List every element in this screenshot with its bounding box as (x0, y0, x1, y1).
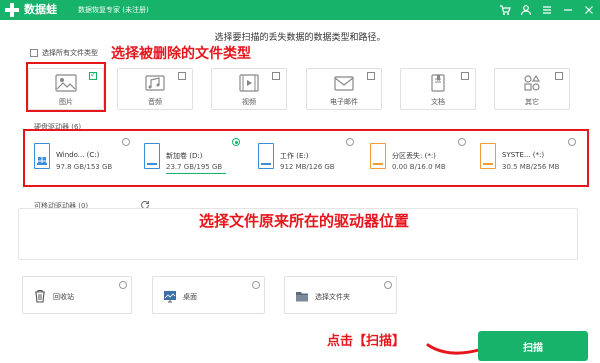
location-recycle-bin[interactable]: 回收站 (22, 276, 132, 314)
drive-icon (144, 143, 160, 169)
minimize-icon[interactable] (561, 3, 575, 17)
type-card-document[interactable]: 文档 (400, 68, 476, 110)
drive-radio[interactable] (122, 138, 130, 146)
select-all-label: 选择所有文件类型 (42, 49, 98, 57)
drive-name: 工作 (E:) (280, 152, 309, 160)
audio-icon (145, 75, 165, 91)
drive-size: 30.5 MB/256 MB (502, 163, 560, 171)
drive-name: Windo... (C:) (56, 151, 100, 159)
select-all-box[interactable] (30, 49, 38, 57)
drive-item-c[interactable]: Windo... (C:) 97.8 GB/153 GB (28, 137, 130, 181)
app-subtitle: 数据恢复专家 (未注册) (78, 6, 149, 14)
type-card-video[interactable]: 视频 (211, 68, 287, 110)
menu-icon[interactable] (540, 3, 554, 17)
drive-size: 0.00 B/16.0 MB (392, 163, 446, 171)
highlight-box-image (26, 62, 106, 112)
type-label: 文档 (431, 98, 445, 106)
drive-icon (34, 143, 50, 169)
drive-size: 912 MB/126 GB (280, 163, 335, 171)
desktop-icon (164, 291, 176, 303)
type-card-other[interactable]: 其它 (494, 68, 570, 110)
page-title: 选择要扫描的丢失数据的数据类型和路径。 (214, 33, 386, 43)
location-label: 回收站 (53, 293, 74, 301)
drive-radio[interactable] (346, 138, 354, 146)
drive-item-d[interactable]: 新加卷 (D:) 23.7 GB/195 GB (138, 137, 240, 181)
annotation-types: 选择被删除的文件类型 (111, 46, 251, 62)
type-label: 视频 (242, 98, 256, 106)
type-checkbox[interactable] (367, 72, 375, 80)
type-label: 电子邮件 (330, 98, 358, 106)
drive-radio[interactable] (232, 138, 240, 146)
type-card-audio[interactable]: 音频 (117, 68, 193, 110)
drive-icon (370, 143, 386, 169)
drive-name: 分区丢失: (*:) (392, 152, 436, 160)
video-icon (239, 74, 259, 92)
type-checkbox[interactable] (555, 72, 563, 80)
document-icon (431, 74, 445, 92)
location-desktop[interactable]: 桌面 (152, 276, 265, 314)
close-icon[interactable] (582, 3, 596, 17)
drive-icon (480, 143, 496, 169)
annotation-drives: 选择文件原来所在的驱动器位置 (199, 212, 410, 230)
drive-icon (258, 143, 274, 169)
type-label: 音频 (148, 98, 162, 106)
type-checkbox[interactable] (272, 72, 280, 80)
drive-item-e[interactable]: 工作 (E:) 912 MB/126 GB (252, 137, 354, 181)
type-card-email[interactable]: 电子邮件 (306, 68, 382, 110)
type-checkbox[interactable] (461, 72, 469, 80)
location-radio[interactable] (252, 281, 260, 289)
drive-size: 23.7 GB/195 GB (166, 163, 223, 171)
user-icon[interactable] (519, 3, 533, 17)
email-icon (334, 76, 354, 91)
type-label: 其它 (525, 98, 539, 106)
title-bar: 数据蛙 数据恢复专家 (未注册) (0, 0, 600, 20)
location-radio[interactable] (384, 281, 392, 289)
logo-icon (5, 3, 19, 17)
app-name: 数据蛙 (24, 3, 57, 16)
location-label: 选择文件夹 (315, 293, 350, 301)
drive-name: SYSTE... (*:) (502, 151, 545, 159)
drive-item-system[interactable]: SYSTE... (*:) 30.5 MB/256 MB (474, 137, 576, 181)
drive-item-lost[interactable]: 分区丢失: (*:) 0.00 B/16.0 MB (364, 137, 466, 181)
recycle-bin-icon (35, 289, 45, 303)
cart-icon[interactable] (498, 3, 512, 17)
drive-size: 97.8 GB/153 GB (56, 163, 113, 171)
annotation-scan: 点击【扫描】 (327, 334, 406, 349)
windows-icon (38, 157, 46, 165)
other-icon (524, 74, 541, 91)
drive-name: 新加卷 (D:) (166, 152, 203, 160)
drive-radio[interactable] (458, 138, 466, 146)
scan-button[interactable]: 扫描 (478, 331, 588, 361)
location-radio[interactable] (119, 281, 127, 289)
location-choose-folder[interactable]: 选择文件夹 (284, 276, 397, 314)
drive-radio[interactable] (568, 138, 576, 146)
location-label: 桌面 (183, 293, 197, 301)
select-all-checkbox[interactable]: 选择所有文件类型 (30, 48, 98, 58)
folder-icon (296, 292, 308, 302)
drive-selected-bar (166, 173, 226, 174)
type-checkbox[interactable] (178, 72, 186, 80)
